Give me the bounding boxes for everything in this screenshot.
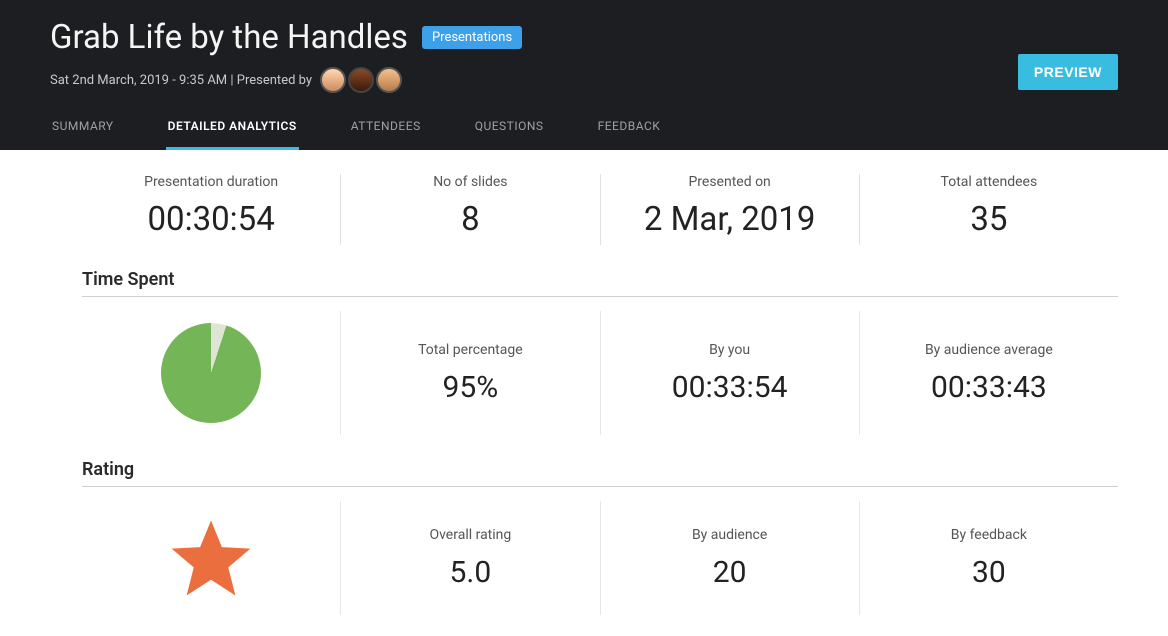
section-rating: Rating Overall rating 5.0 By audience 20… <box>82 459 1118 615</box>
tabs: SUMMARY DETAILED ANALYTICS ATTENDEES QUE… <box>50 119 1018 150</box>
stat-value: 2 Mar, 2019 <box>611 200 849 239</box>
section-time-spent: Time Spent Total percentage 95% By you 0… <box>82 269 1118 435</box>
rating-overall: Overall rating 5.0 <box>341 501 600 615</box>
tab-summary[interactable]: SUMMARY <box>50 119 116 150</box>
time-spent-by-audience: By audience average 00:33:43 <box>860 311 1118 435</box>
page-title: Grab Life by the Handles <box>50 18 408 57</box>
presenter-avatars <box>320 67 402 93</box>
category-badge[interactable]: Presentations <box>422 26 522 49</box>
rating-star-cell <box>82 501 341 615</box>
cell-label: Overall rating <box>429 527 511 543</box>
tab-detailed-analytics[interactable]: DETAILED ANALYTICS <box>166 119 299 150</box>
pie-chart-icon <box>161 323 261 423</box>
cell-label: By audience average <box>925 342 1053 358</box>
stat-presented-on: Presented on 2 Mar, 2019 <box>601 174 860 245</box>
rating-by-audience: By audience 20 <box>601 501 860 615</box>
time-spent-by-you: By you 00:33:54 <box>601 311 860 435</box>
stat-duration: Presentation duration 00:30:54 <box>82 174 341 245</box>
content-area: Presentation duration 00:30:54 No of sli… <box>0 150 1168 635</box>
stat-label: Presentation duration <box>92 174 330 190</box>
stat-value: 35 <box>870 200 1108 239</box>
avatar[interactable] <box>348 67 374 93</box>
subline: Sat 2nd March, 2019 - 9:35 AM | Presente… <box>50 67 1018 93</box>
section-title: Rating <box>82 459 1118 487</box>
cell-label: By audience <box>692 527 767 543</box>
page-header: Grab Life by the Handles Presentations S… <box>0 0 1168 150</box>
cell-value: 5.0 <box>450 555 492 590</box>
stat-label: Total attendees <box>870 174 1108 190</box>
cell-value: 20 <box>713 555 747 590</box>
stat-value: 8 <box>351 200 589 239</box>
cell-label: Total percentage <box>418 342 523 358</box>
tab-questions[interactable]: QUESTIONS <box>473 119 546 150</box>
stat-label: Presented on <box>611 174 849 190</box>
cell-value: 00:33:43 <box>931 370 1047 405</box>
stat-label: No of slides <box>351 174 589 190</box>
cell-value: 30 <box>972 555 1006 590</box>
section-title: Time Spent <box>82 269 1118 297</box>
stat-slides: No of slides 8 <box>341 174 600 245</box>
rating-by-feedback: By feedback 30 <box>860 501 1118 615</box>
tab-attendees[interactable]: ATTENDEES <box>349 119 423 150</box>
cell-label: By you <box>709 342 750 358</box>
subline-text: Sat 2nd March, 2019 - 9:35 AM | Presente… <box>50 73 312 88</box>
preview-button[interactable]: PREVIEW <box>1018 54 1118 90</box>
stat-attendees: Total attendees 35 <box>860 174 1118 245</box>
star-icon <box>166 513 256 603</box>
cell-value: 00:33:54 <box>672 370 788 405</box>
time-spent-percentage: Total percentage 95% <box>341 311 600 435</box>
cell-value: 95% <box>443 370 499 405</box>
time-spent-chart-cell <box>82 311 341 435</box>
cell-label: By feedback <box>951 527 1027 543</box>
avatar[interactable] <box>376 67 402 93</box>
avatar[interactable] <box>320 67 346 93</box>
tab-feedback[interactable]: FEEDBACK <box>596 119 663 150</box>
top-stats-row: Presentation duration 00:30:54 No of sli… <box>82 150 1118 245</box>
stat-value: 00:30:54 <box>92 200 330 239</box>
